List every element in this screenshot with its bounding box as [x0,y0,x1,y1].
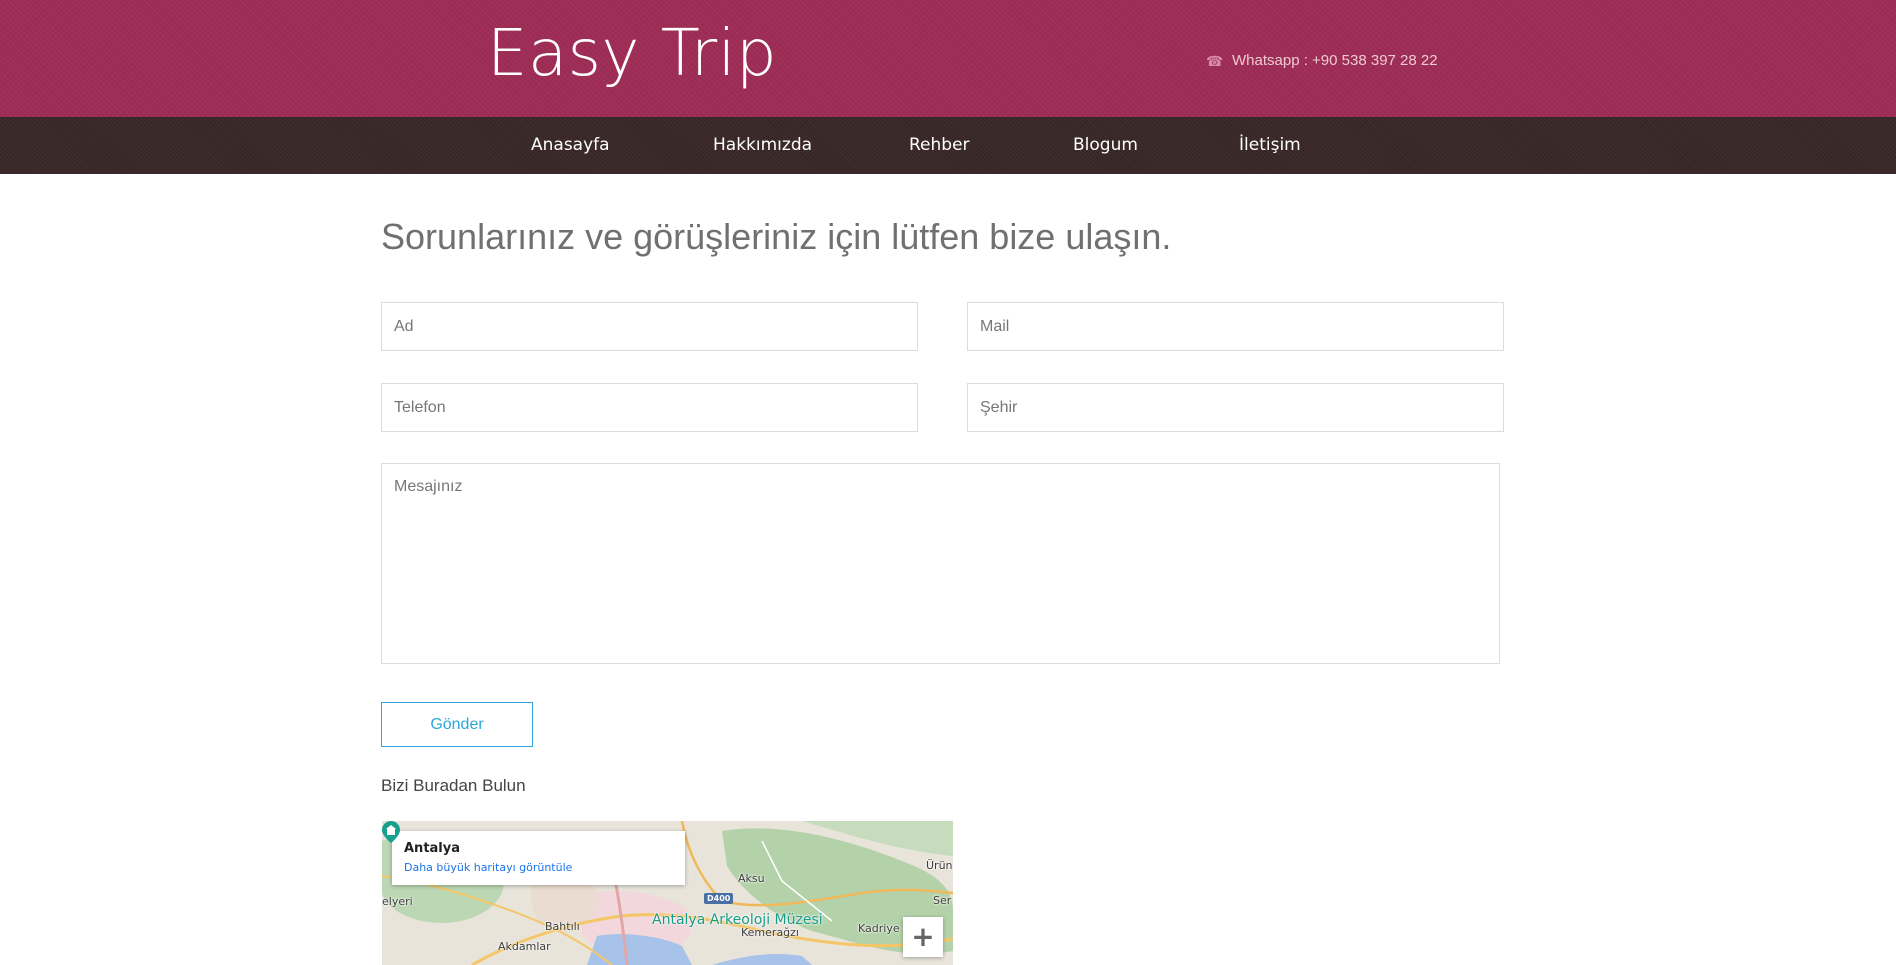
map-label-bahtili: Bahtılı [545,920,580,933]
road-badge-d400: D400 [704,893,734,904]
poi-antalya-arkeoloji-muzesi[interactable]: Antalya Arkeoloji Müzesi [652,912,823,928]
map-label-aksu: Aksu [738,872,765,885]
map-label-ser: Ser [933,894,952,907]
map-label-elyeri: elyeri [382,895,413,908]
main-nav: Anasayfa Hakkımızda Rehber Blogum İletiş… [0,117,1896,174]
site-logo[interactable]: Easy Trip [487,14,777,94]
page-title: Sorunlarınız ve görüşleriniz için lütfen… [381,216,1172,257]
city-input[interactable] [967,383,1504,432]
nav-item-hakkimizda[interactable]: Hakkımızda [713,117,812,174]
phone-icon: ☎ [1206,52,1224,69]
find-us-label: Bizi Buradan Bulun [381,776,526,795]
map-info-card: Antalya Daha büyük haritayı görüntüle [392,831,685,885]
larger-map-link[interactable]: Daha büyük haritayı görüntüle [404,861,673,874]
nav-item-blogum[interactable]: Blogum [1073,117,1138,174]
whatsapp-number: Whatsapp : +90 538 397 28 22 [1232,52,1438,69]
map-label-akdamlar: Akdamlar [498,940,551,953]
map-label-urun: Ürün [926,859,953,872]
nav-item-anasayfa[interactable]: Anasayfa [531,117,610,174]
name-input[interactable] [381,302,918,351]
phone-input[interactable] [381,383,918,432]
mail-input[interactable] [967,302,1504,351]
nav-item-rehber[interactable]: Rehber [909,117,970,174]
embedded-map[interactable]: Antalya Daha büyük haritayı görüntüle Ak… [382,821,953,965]
museum-icon[interactable] [382,821,400,843]
nav-item-iletisim[interactable]: İletişim [1239,117,1301,174]
zoom-in-button[interactable]: + [903,917,943,957]
contact-info: ☎ Whatsapp : +90 538 397 28 22 [1206,52,1438,69]
message-textarea[interactable] [381,463,1500,664]
submit-button[interactable]: Gönder [381,702,533,747]
map-label-kadriye: Kadriye [858,922,900,935]
site-header: Easy Trip ☎ Whatsapp : +90 538 397 28 22 [0,0,1896,117]
map-card-title: Antalya [404,841,461,856]
